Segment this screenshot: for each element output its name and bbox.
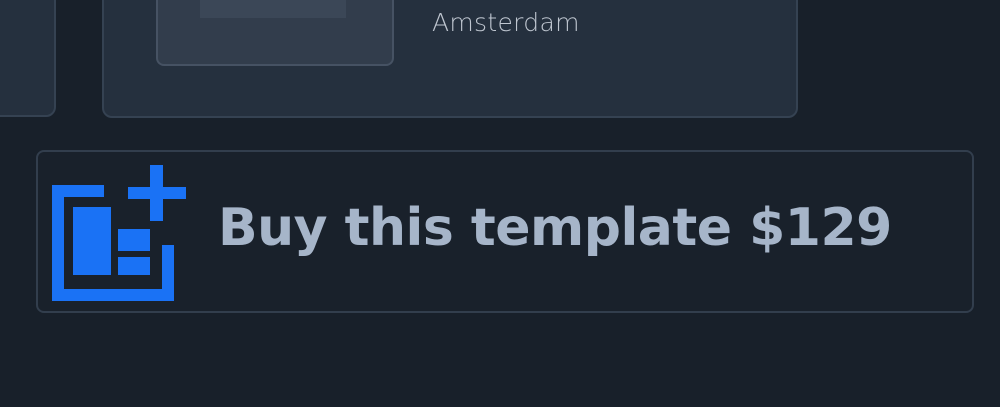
- buy-template-button[interactable]: Buy this template $129: [36, 150, 974, 313]
- previous-location-card[interactable]: [0, 0, 56, 117]
- thumbnail-placeholder: [200, 0, 346, 18]
- buy-template-label: Buy this template $129: [218, 198, 892, 258]
- add-layout-icon: [52, 165, 186, 301]
- location-card[interactable]: Amsterdam: [102, 0, 798, 118]
- location-city-label: Amsterdam: [432, 8, 580, 37]
- location-thumbnail: [156, 0, 394, 66]
